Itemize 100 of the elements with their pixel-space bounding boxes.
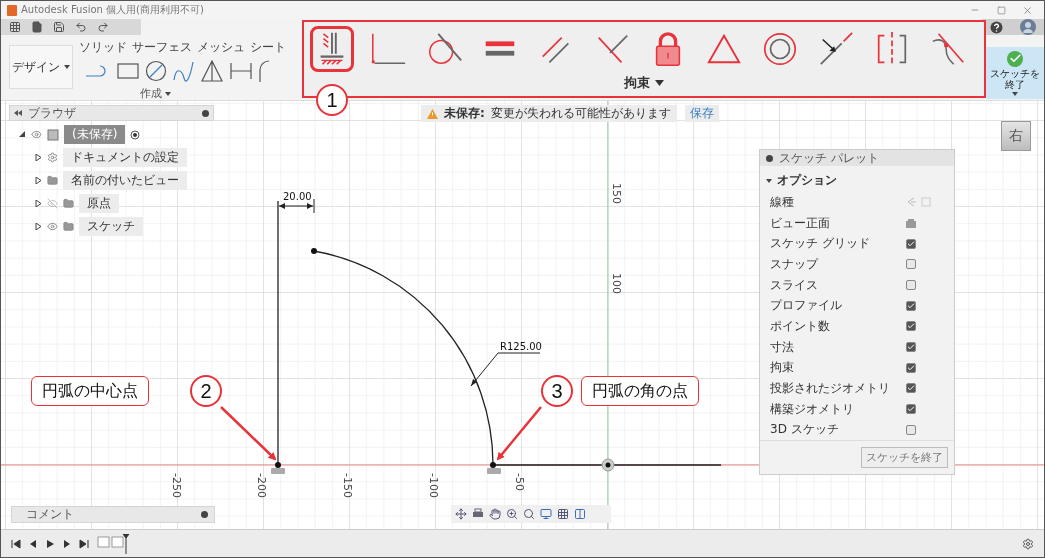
collapsed-arrow-icon[interactable] — [35, 154, 42, 161]
orbit-icon[interactable] — [455, 508, 467, 520]
dimension-icon[interactable] — [229, 61, 253, 81]
display-icon[interactable] — [540, 508, 552, 520]
constraint-tool[interactable] — [310, 26, 354, 72]
ribbon-tab[interactable]: メッシュ — [197, 39, 245, 56]
window-title: Autodesk Fusion 個人用(商用利用不可) — [21, 3, 205, 17]
checkbox[interactable] — [906, 321, 916, 332]
option-label: 3D スケッチ — [770, 421, 840, 439]
palette-title: スケッチ パレット — [779, 149, 880, 167]
look-at-icon[interactable] — [906, 218, 916, 228]
option-label: プロファイル — [770, 297, 843, 315]
axis-label: -200 — [255, 473, 268, 498]
checkbox[interactable] — [906, 280, 916, 290]
component-icon — [47, 128, 59, 141]
constraints-menu[interactable]: 拘束 — [624, 74, 664, 92]
tree-item[interactable]: 原点 — [79, 194, 119, 213]
expanded-arrow-icon[interactable] — [766, 178, 772, 183]
checkbox[interactable] — [906, 362, 916, 373]
timeline-feature-drawing[interactable] — [96, 533, 130, 554]
tree-item[interactable]: 名前の付いたビュー — [63, 171, 187, 190]
dimension-value: R125.00 — [500, 341, 542, 352]
dimension-value: 20.00 — [283, 191, 312, 202]
constraint-icon — [271, 468, 285, 474]
browser-title: ブラウザ — [28, 104, 77, 122]
finish-sketch-button[interactable]: スケッチを終了 — [986, 47, 1044, 99]
create-menu[interactable]: 作成 — [140, 86, 171, 101]
checkbox[interactable] — [906, 404, 916, 415]
eye-icon[interactable] — [47, 221, 58, 232]
save-link[interactable]: 保存 — [685, 105, 719, 122]
checkbox[interactable] — [906, 383, 916, 394]
ribbon-tab[interactable]: サーフェス — [132, 39, 192, 56]
ribbon-tab[interactable]: シート — [250, 39, 286, 56]
first-icon[interactable] — [11, 538, 21, 549]
dimension-arrow-drawing — [278, 198, 315, 214]
viewports-icon[interactable] — [574, 508, 586, 520]
avatar-icon[interactable] — [1019, 19, 1036, 35]
circle-icon[interactable] — [145, 60, 167, 82]
triangle-icon[interactable] — [201, 60, 223, 82]
rectangle-icon[interactable] — [117, 62, 139, 80]
caret-icon — [1012, 91, 1018, 96]
collapsed-arrow-icon[interactable] — [35, 200, 42, 207]
tree-item[interactable]: スケッチ — [79, 217, 143, 236]
undo-icon[interactable] — [75, 21, 87, 33]
view-cube[interactable]: 右 — [1001, 121, 1031, 151]
checkbox[interactable] — [906, 424, 916, 435]
workspace-dropdown[interactable]: デザイン — [9, 45, 73, 89]
pin-icon[interactable] — [202, 109, 209, 117]
pin-icon[interactable] — [766, 154, 773, 162]
comments-title: コメント — [26, 506, 75, 523]
fillet-icon[interactable] — [259, 60, 271, 82]
section-title[interactable]: オプション — [777, 172, 837, 189]
next-icon[interactable] — [62, 538, 72, 549]
caret-icon — [655, 80, 664, 86]
tree-item[interactable]: ドキュメントの設定 — [63, 148, 187, 167]
checkbox[interactable] — [906, 300, 916, 311]
ribbon-tab[interactable]: ソリッド — [79, 39, 127, 56]
last-icon[interactable] — [79, 538, 89, 549]
collinear-arrow-icon — [817, 30, 855, 68]
printer-icon[interactable] — [472, 508, 484, 520]
help-icon[interactable] — [990, 20, 1004, 34]
concentric-circles-icon — [761, 30, 799, 68]
constraint-icon — [487, 468, 501, 474]
grid-menu-icon[interactable] — [9, 21, 21, 33]
finish-sketch-button[interactable]: スケッチを終了 — [861, 447, 948, 469]
collapse-icon[interactable] — [14, 110, 22, 116]
callout-label: 円弧の角の点 — [581, 376, 699, 406]
axis-label: 150 — [610, 183, 623, 204]
redo-icon[interactable] — [97, 21, 109, 33]
pan-icon[interactable] — [489, 508, 501, 520]
spline-icon[interactable] — [173, 60, 195, 82]
option-label: ビュー正面 — [770, 214, 831, 232]
axis-label: -50 — [513, 473, 526, 491]
eye-icon[interactable] — [31, 129, 42, 140]
save-icon[interactable] — [53, 21, 65, 33]
checkbox[interactable] — [906, 342, 916, 353]
search-icon[interactable] — [523, 508, 535, 520]
play-icon[interactable] — [45, 538, 55, 549]
grid-icon[interactable] — [557, 508, 569, 520]
zoom-icon[interactable] — [506, 508, 518, 520]
axis-label: -100 — [427, 473, 440, 498]
option-label: 線種 — [770, 193, 795, 211]
gear-icon — [47, 152, 58, 163]
sketch-point — [490, 462, 496, 468]
expanded-arrow-icon[interactable] — [19, 131, 26, 138]
axis-label: -250 — [170, 473, 183, 498]
notice-status: 未保存: — [444, 105, 485, 122]
leader-line — [470, 352, 541, 387]
checkbox[interactable] — [906, 259, 916, 270]
collapsed-arrow-icon[interactable] — [35, 177, 42, 184]
add-comment-icon[interactable] — [201, 511, 208, 518]
previous-icon[interactable] — [28, 538, 38, 549]
warning-icon — [427, 108, 438, 119]
file-icon[interactable] — [31, 21, 43, 33]
settings-icon[interactable] — [1022, 537, 1034, 550]
checkbox[interactable] — [906, 238, 916, 249]
radio-icon[interactable] — [130, 129, 141, 140]
notice-message: 変更が失われる可能性があります — [490, 105, 671, 122]
collapsed-arrow-icon[interactable] — [35, 223, 42, 230]
app-logo — [7, 4, 17, 16]
